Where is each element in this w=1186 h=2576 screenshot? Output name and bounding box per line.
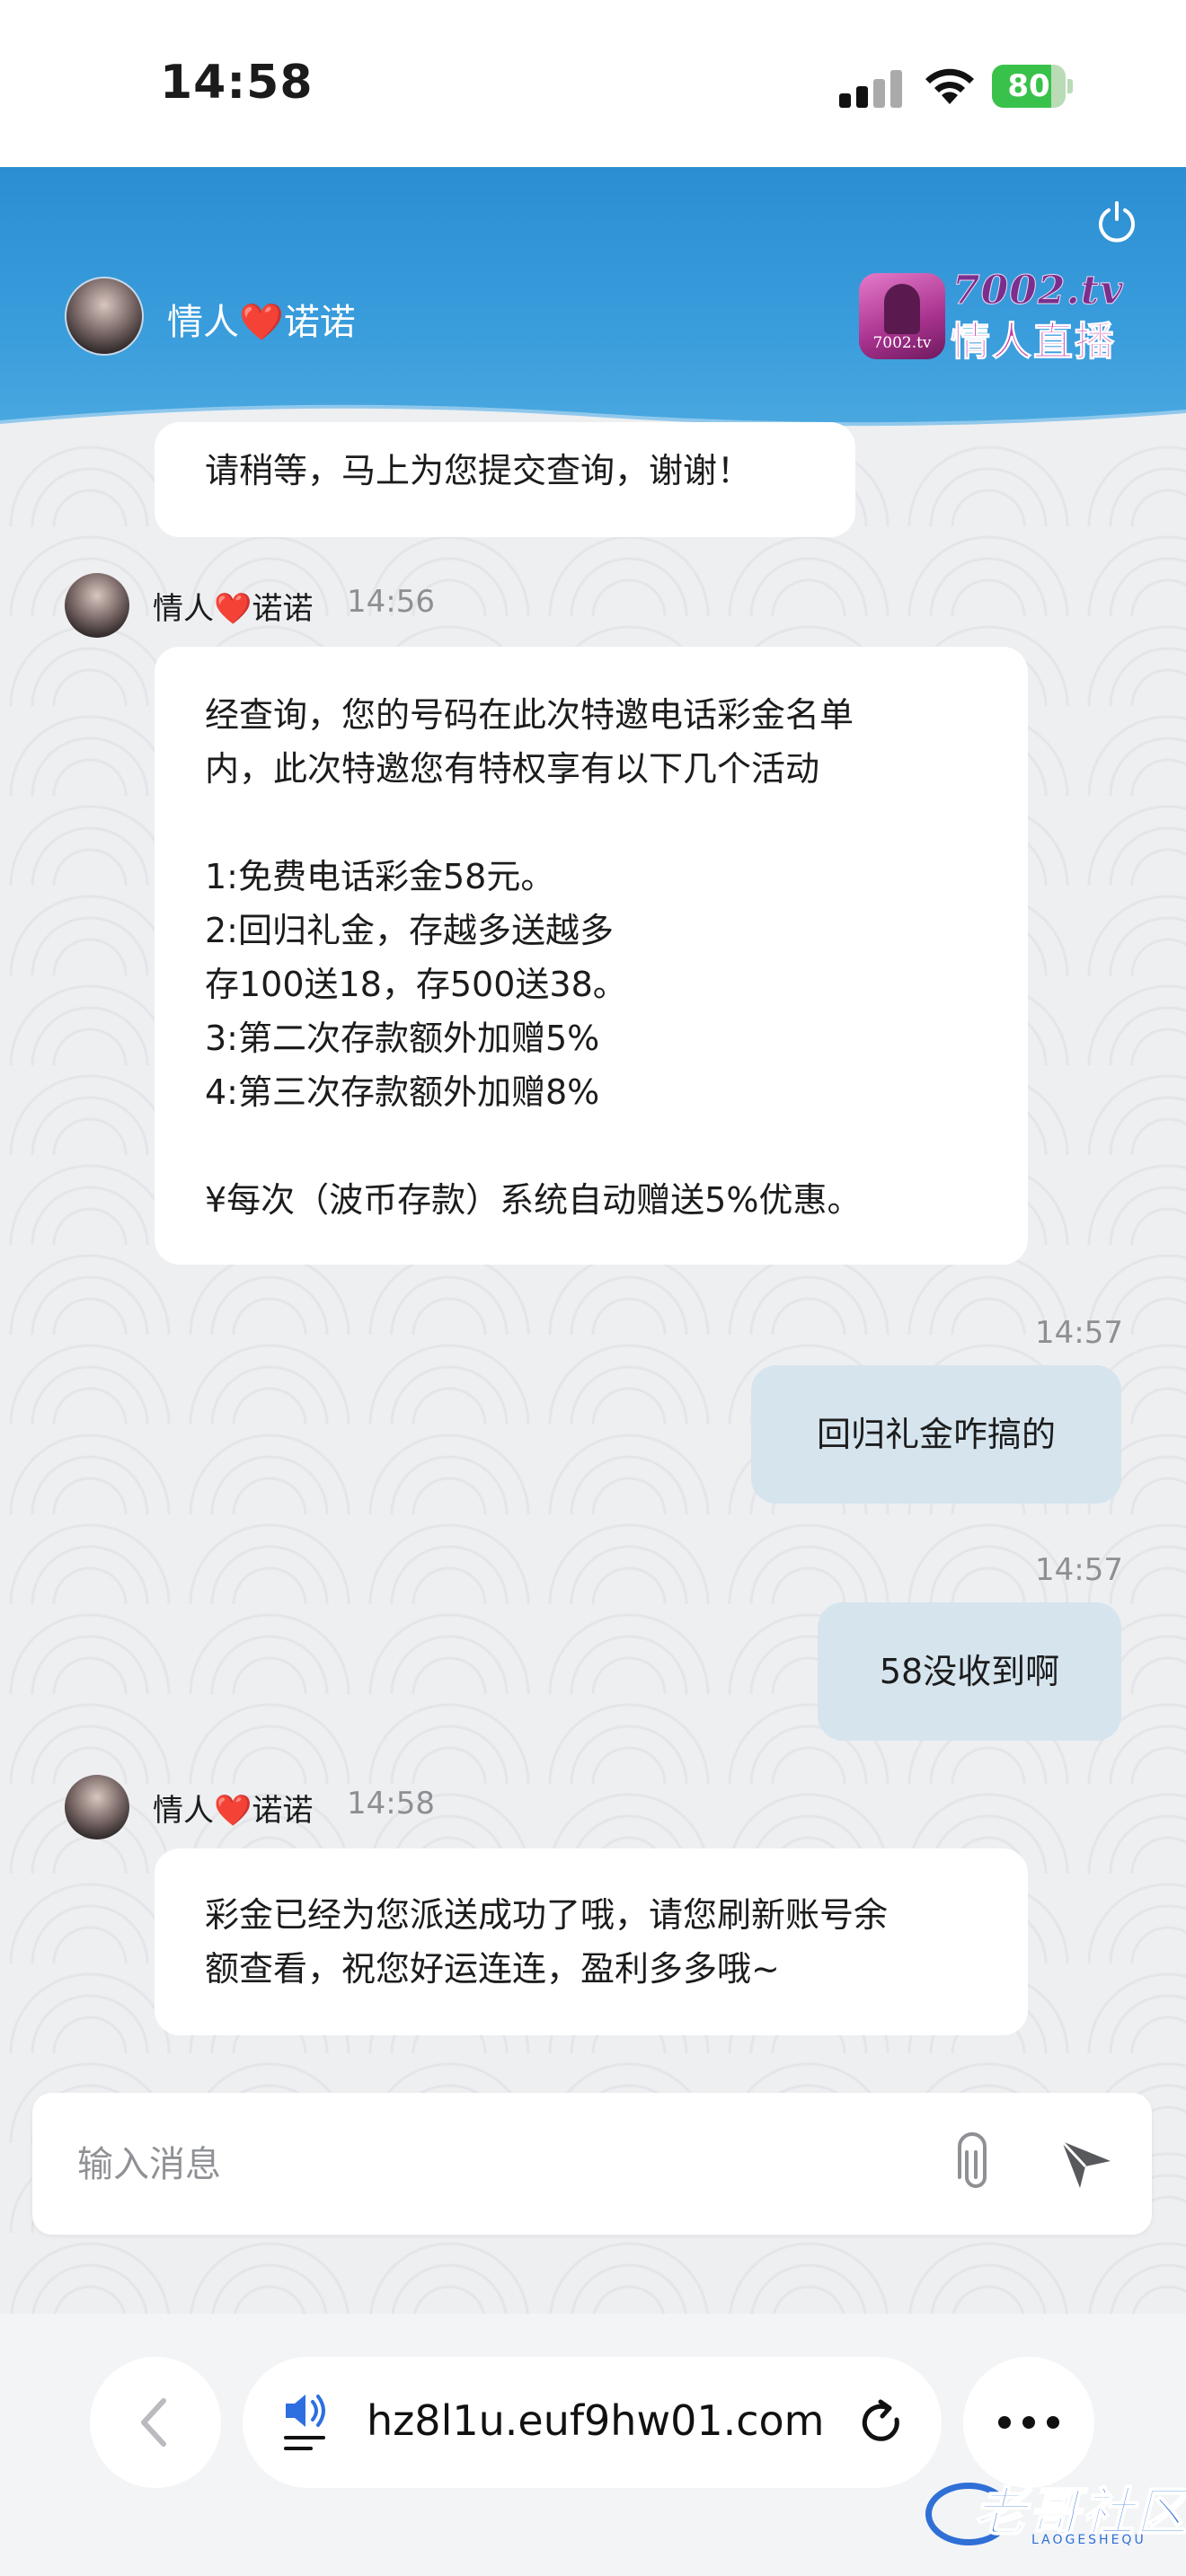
status-time: 14:58	[160, 56, 314, 110]
message-time: 14:57	[1035, 1315, 1123, 1351]
wifi-icon	[925, 68, 974, 104]
brand-logo-text: 7002.tv	[872, 334, 932, 352]
status-bar: 14:58 80	[0, 0, 1186, 167]
heart-icon: ❤️	[214, 591, 252, 627]
watermark: 老哥社区 LAOGESHEQU	[925, 2468, 1186, 2558]
message-bubble-incoming: 经查询，您的号码在此次特邀电话彩金名单 内，此次特邀您有特权享有以下几个活动 1…	[155, 647, 1028, 1265]
watermark-subtext: LAOGESHEQU	[1031, 2533, 1146, 2547]
message-line: 请稍等，马上为您提交查询，谢谢！	[205, 451, 752, 490]
message-line: 4:第三次存款额外加赠8%	[205, 1072, 600, 1112]
url-text: hz8l1u.euf9hw01.com	[367, 2396, 825, 2445]
message-line: 3:第二次存款额外加赠5%	[205, 1019, 600, 1058]
reload-icon[interactable]	[857, 2398, 907, 2448]
more-icon	[998, 2416, 1059, 2429]
speaker-icon[interactable]	[282, 2391, 336, 2454]
paperclip-icon[interactable]	[949, 2132, 1003, 2195]
cellular-signal-icon	[839, 68, 904, 108]
chat-header: 情人❤️诺诺 7002.tv 7002.tv 情人直播	[0, 167, 1186, 446]
address-bar[interactable]: hz8l1u.euf9hw01.com	[243, 2357, 942, 2488]
brand-domain: 7002.tv	[952, 268, 1124, 314]
sender-avatar[interactable]	[65, 573, 129, 638]
back-button[interactable]	[90, 2357, 221, 2488]
message-line: 经查询，您的号码在此次特邀电话彩金名单	[205, 695, 854, 735]
message-line	[205, 1119, 978, 1173]
message-text: 58没收到啊	[879, 1652, 1060, 1691]
message-bubble-incoming: 请稍等，马上为您提交查询，谢谢！	[155, 422, 855, 537]
contact-name: 情人❤️诺诺	[167, 293, 356, 345]
contact-name-suffix: 诺诺	[283, 302, 356, 343]
message-time: 14:58	[347, 1786, 435, 1822]
sender-name: 情人❤️诺诺	[153, 1793, 314, 1829]
message-text: 回归礼金咋搞的	[816, 1415, 1056, 1454]
message-line: ¥每次（波币存款）系统自动赠送5%优惠。	[205, 1180, 862, 1220]
battery-level: 80	[1007, 68, 1050, 104]
message-line: 内，此次特邀您有特权享有以下几个活动	[205, 749, 820, 789]
message-line: 彩金已经为您派送成功了哦，请您刷新账号余	[205, 1895, 889, 1935]
message-input[interactable]	[77, 2138, 886, 2192]
chevron-left-icon	[141, 2398, 166, 2447]
heart-icon: ❤️	[239, 302, 284, 343]
message-time: 14:57	[1035, 1552, 1123, 1588]
message-line: 存100送18，存500送38。	[205, 965, 627, 1004]
brand-logo: 7002.tv	[859, 273, 945, 359]
message-composer	[32, 2093, 1152, 2235]
sender-avatar[interactable]	[65, 1775, 129, 1839]
contact-avatar[interactable]	[65, 277, 144, 356]
message-bubble-outgoing: 58没收到啊	[818, 1602, 1121, 1741]
heart-icon: ❤️	[214, 1793, 252, 1829]
battery-indicator: 80	[992, 65, 1073, 108]
message-line: 额查看，祝您好运连连，盈利多多哦~	[205, 1949, 780, 1989]
contact-name-prefix: 情人	[167, 302, 239, 343]
send-icon[interactable]	[1057, 2134, 1116, 2193]
message-line	[205, 796, 978, 850]
message-line: 1:免费电话彩金58元。	[205, 857, 555, 896]
message-bubble-outgoing: 回归礼金咋搞的	[751, 1365, 1121, 1504]
message-bubble-incoming: 彩金已经为您派送成功了哦，请您刷新账号余 额查看，祝您好运连连，盈利多多哦~	[155, 1848, 1028, 2035]
brand-name: 情人直播	[951, 319, 1116, 366]
sender-name: 情人❤️诺诺	[153, 591, 314, 627]
power-icon[interactable]	[1094, 199, 1139, 244]
message-time: 14:56	[347, 584, 435, 620]
message-line: 2:回归礼金，存越多送越多	[205, 911, 614, 950]
